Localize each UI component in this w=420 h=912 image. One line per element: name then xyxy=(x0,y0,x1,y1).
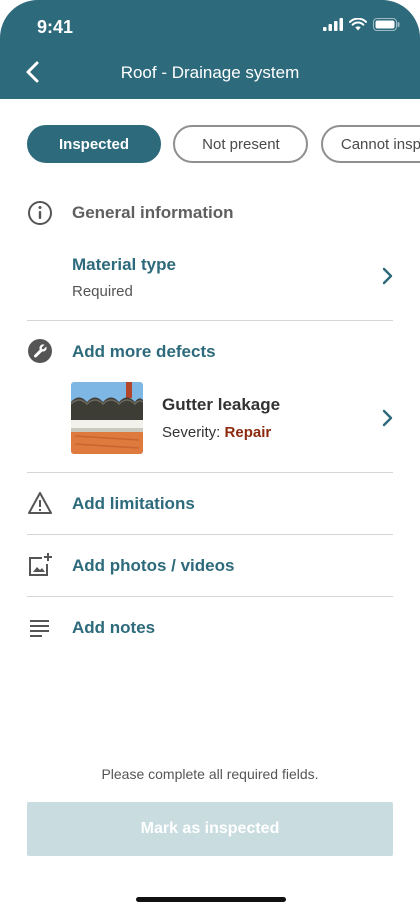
add-photos-videos-label: Add photos / videos xyxy=(72,556,235,575)
chevron-right-icon xyxy=(382,409,393,427)
wrench-icon xyxy=(28,339,52,363)
tab-cannot-inspect[interactable]: Cannot inspect xyxy=(320,125,420,163)
home-indicator xyxy=(136,897,286,902)
add-limitations-row[interactable]: Add limitations xyxy=(0,489,420,519)
defect-severity: Severity: Repair xyxy=(162,424,271,441)
required-fields-message: Please complete all required fields. xyxy=(101,766,319,782)
severity-value: Repair xyxy=(224,424,272,441)
status-icons xyxy=(323,18,400,31)
material-type-label: Material type xyxy=(72,255,176,274)
info-icon xyxy=(28,201,52,225)
tab-not-present[interactable]: Not present xyxy=(173,125,309,163)
add-more-defects-row[interactable]: Add more defects xyxy=(0,337,420,367)
defect-item[interactable]: Gutter leakage Severity: Repair xyxy=(0,382,420,454)
add-notes-label: Add notes xyxy=(72,618,156,637)
material-type-required: Required xyxy=(72,283,133,300)
general-information-section: General information xyxy=(0,199,420,229)
app-header: 9:41 Roof - Drainage system xyxy=(0,0,420,99)
divider xyxy=(27,596,393,597)
add-notes-row[interactable]: Add notes xyxy=(0,613,420,643)
defect-thumbnail xyxy=(71,382,143,454)
divider xyxy=(27,472,393,473)
mark-as-inspected-button[interactable]: Mark as inspected xyxy=(27,802,393,856)
divider xyxy=(27,320,393,321)
divider xyxy=(27,534,393,535)
add-limitations-label: Add limitations xyxy=(72,494,195,513)
status-tabs: Inspected Not present Cannot inspect xyxy=(27,125,420,165)
notes-icon xyxy=(30,620,49,637)
signal-icon xyxy=(323,18,343,31)
add-more-defects-label: Add more defects xyxy=(72,342,216,361)
warning-icon xyxy=(28,492,52,514)
status-time: 9:41 xyxy=(37,17,74,37)
page-title: Roof - Drainage system xyxy=(120,63,300,82)
general-information-title: General information xyxy=(72,203,234,222)
chevron-right-icon xyxy=(382,267,393,285)
material-type-row[interactable]: Material type Required xyxy=(0,248,420,308)
severity-label: Severity: xyxy=(162,424,221,441)
add-photo-icon xyxy=(29,553,52,576)
battery-icon xyxy=(373,18,400,31)
defect-name: Gutter leakage xyxy=(162,395,281,414)
add-photos-videos-row[interactable]: Add photos / videos xyxy=(0,551,420,581)
tab-inspected[interactable]: Inspected xyxy=(27,125,161,163)
wifi-icon xyxy=(349,18,367,31)
